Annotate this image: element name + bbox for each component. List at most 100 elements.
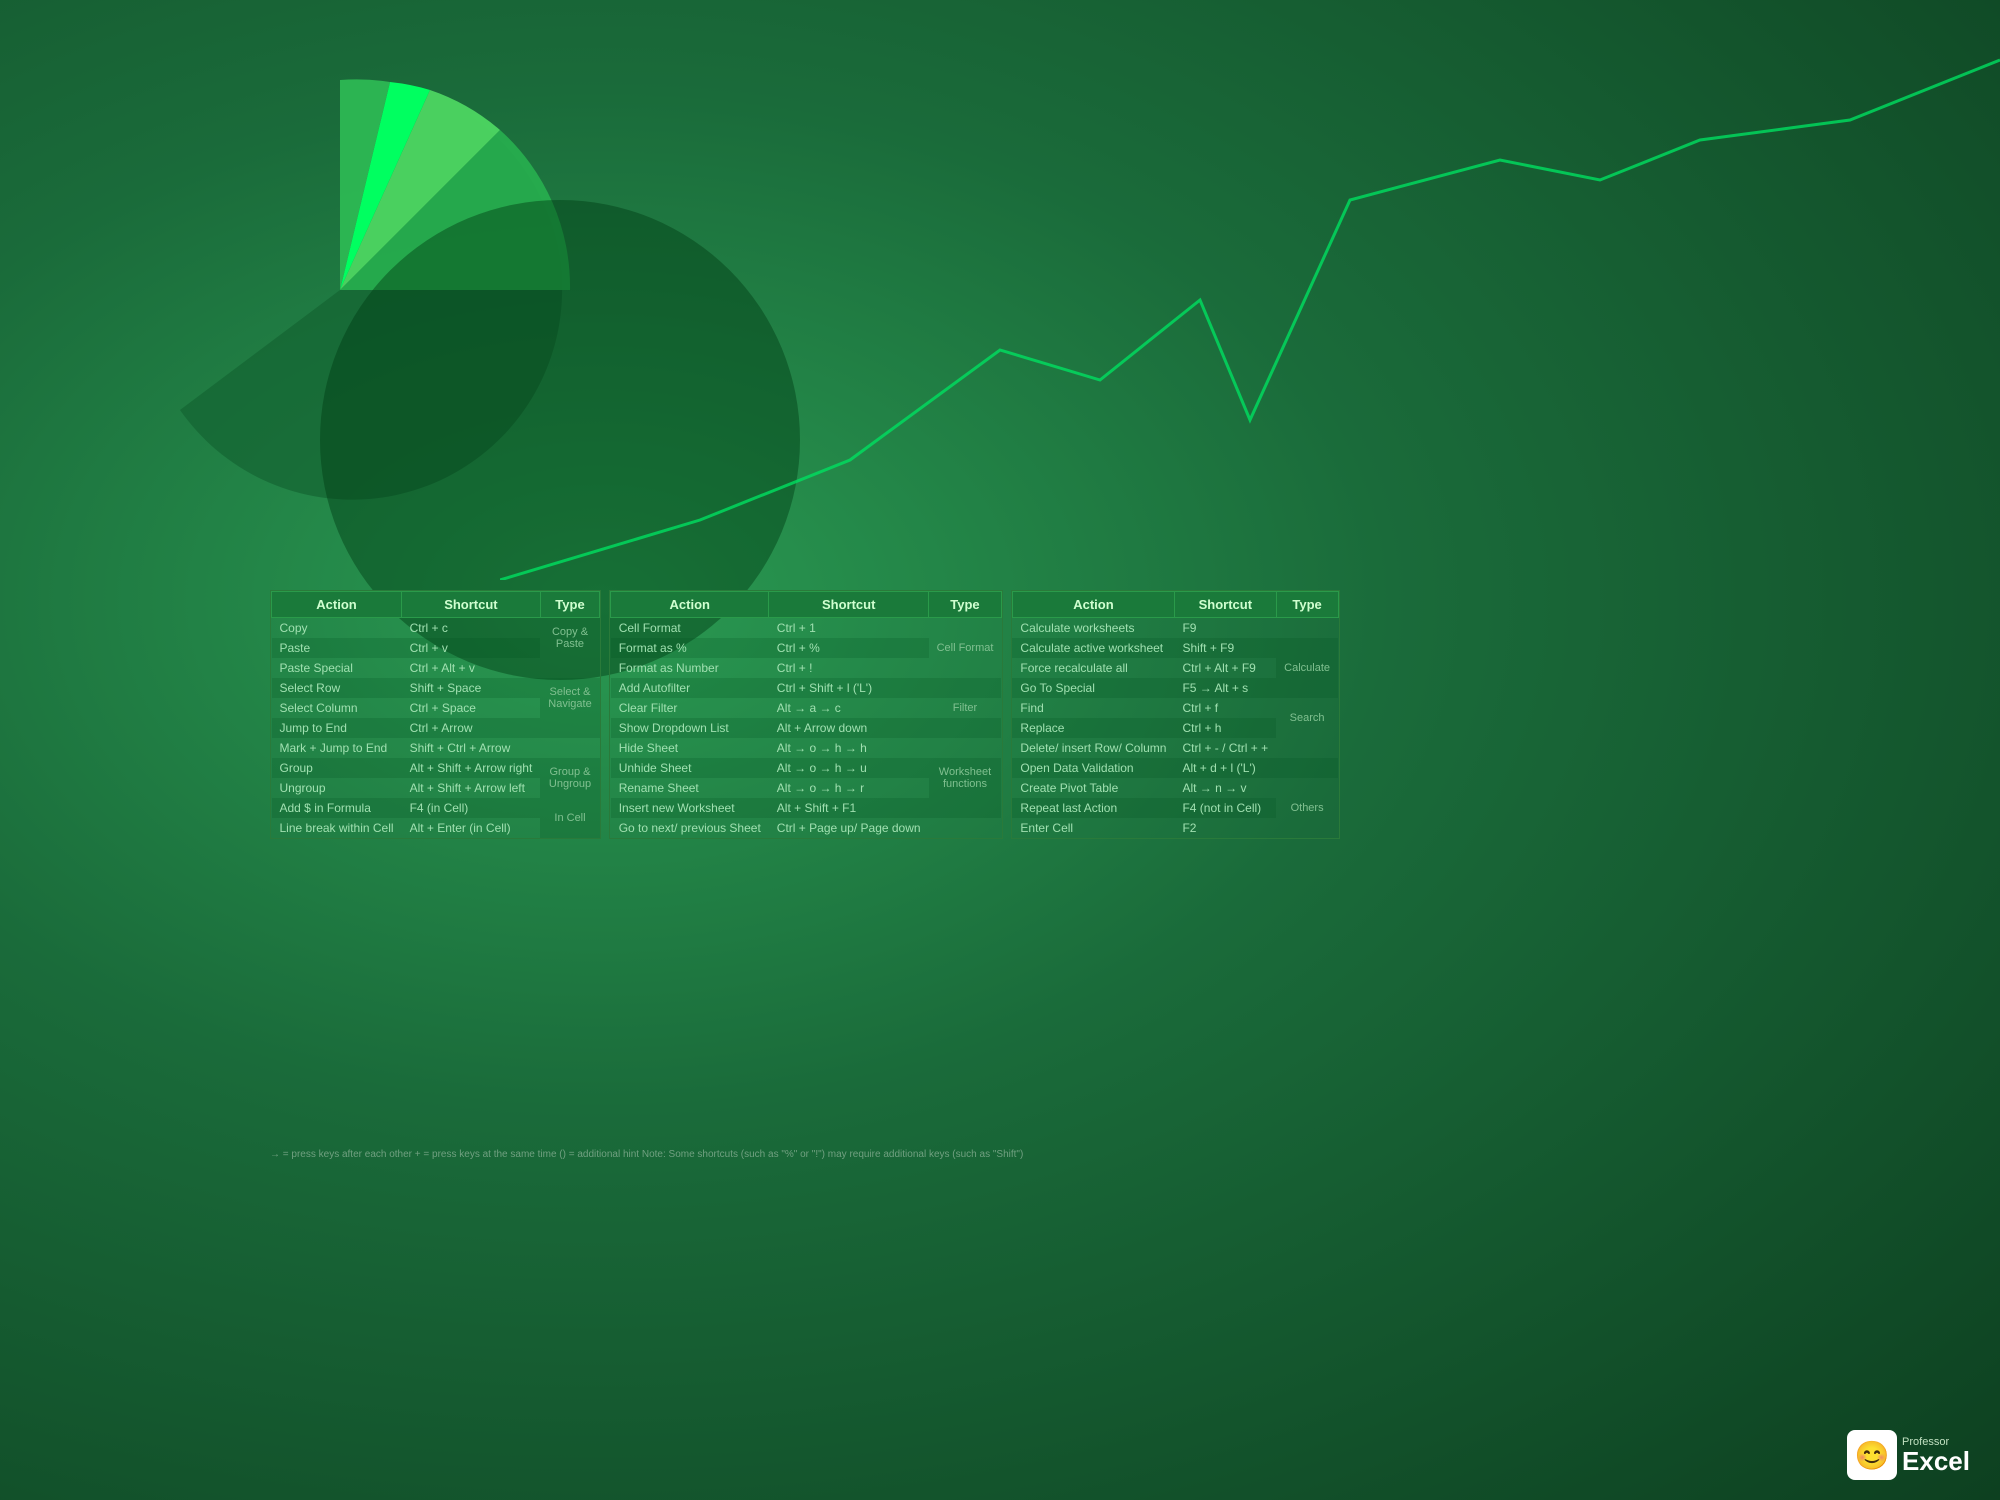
- footnote-text: → = press keys after each other + = pres…: [270, 1149, 1023, 1160]
- type-others: Others: [1276, 778, 1338, 838]
- shortcut-enter-cell: F2: [1174, 818, 1276, 838]
- shortcut-force-recalc: Ctrl + Alt + F9: [1174, 658, 1276, 678]
- action-rename-sheet: Rename Sheet: [611, 778, 769, 798]
- logo-icon: 😊: [1847, 1430, 1897, 1480]
- table3-header-type: Type: [1276, 592, 1338, 618]
- action-show-dropdown: Show Dropdown List: [611, 718, 769, 738]
- shortcut-paste: Ctrl + v: [402, 638, 541, 658]
- shortcut-format-percent: Ctrl + %: [769, 638, 929, 658]
- table-row: Go to next/ previous Sheet Ctrl + Page u…: [611, 818, 1002, 838]
- shortcut-ungroup: Alt + Shift + Arrow left: [402, 778, 541, 798]
- action-open-data-validation: Open Data Validation: [1012, 758, 1174, 778]
- action-copy: Copy: [272, 618, 402, 639]
- table-row: Copy Ctrl + c Copy &Paste: [272, 618, 600, 639]
- type-copy-paste: Copy &Paste: [540, 618, 599, 659]
- action-line-break: Line break within Cell: [272, 818, 402, 838]
- shortcut-create-pivot: Alt → n → v: [1174, 778, 1276, 798]
- action-clear-filter: Clear Filter: [611, 698, 769, 718]
- action-select-row: Select Row: [272, 678, 402, 698]
- action-mark-jump-end: Mark + Jump to End: [272, 738, 402, 758]
- action-insert-worksheet: Insert new Worksheet: [611, 798, 769, 818]
- action-enter-cell: Enter Cell: [1012, 818, 1174, 838]
- action-hide-sheet: Hide Sheet: [611, 738, 769, 758]
- shortcut-repeat-last: F4 (not in Cell): [1174, 798, 1276, 818]
- action-create-pivot: Create Pivot Table: [1012, 778, 1174, 798]
- table3-header-action: Action: [1012, 592, 1174, 618]
- type-calculate: Calculate: [1276, 638, 1338, 698]
- professor-excel-logo: 😊 Professor Excel: [1847, 1430, 1970, 1480]
- table-row: Add Autofilter Ctrl + Shift + l ('L'): [611, 678, 1002, 698]
- table-row: Unhide Sheet Alt → o → h → u Worksheetfu…: [611, 758, 1002, 778]
- shortcut-calc-active: Shift + F9: [1174, 638, 1276, 658]
- action-force-recalc: Force recalculate all: [1012, 658, 1174, 678]
- table1-header-shortcut: Shortcut: [402, 592, 541, 618]
- type-filter: Filter: [929, 698, 1002, 718]
- shortcut-replace: Ctrl + h: [1174, 718, 1276, 738]
- table1-header-type: Type: [540, 592, 599, 618]
- action-find: Find: [1012, 698, 1174, 718]
- action-calc-worksheets: Calculate worksheets: [1012, 618, 1174, 639]
- shortcut-find: Ctrl + f: [1174, 698, 1276, 718]
- shortcut-open-data-validation: Alt + d + l ('L'): [1174, 758, 1276, 778]
- shortcut-mark-jump-end: Shift + Ctrl + Arrow: [402, 738, 541, 758]
- action-goto-sheet: Go to next/ previous Sheet: [611, 818, 769, 838]
- action-group: Group: [272, 758, 402, 778]
- table-copy-paste: Action Shortcut Type Copy Ctrl + c Copy …: [270, 590, 601, 839]
- action-jump-to-end: Jump to End: [272, 718, 402, 738]
- shortcut-unhide-sheet: Alt → o → h → u: [769, 758, 929, 778]
- action-select-column: Select Column: [272, 698, 402, 718]
- action-ungroup: Ungroup: [272, 778, 402, 798]
- table-row: Calculate worksheets F9: [1012, 618, 1338, 639]
- action-calc-active: Calculate active worksheet: [1012, 638, 1174, 658]
- table-row: Delete/ insert Row/ Column Ctrl + - / Ct…: [1012, 738, 1338, 758]
- action-paste-special: Paste Special: [272, 658, 402, 678]
- shortcut-line-break: Alt + Enter (in Cell): [402, 818, 541, 838]
- table-row: Cell Format Ctrl + 1 Cell Format: [611, 618, 1002, 639]
- table-row: Clear Filter Alt → a → c Filter: [611, 698, 1002, 718]
- action-format-percent: Format as %: [611, 638, 769, 658]
- shortcuts-tables: Action Shortcut Type Copy Ctrl + c Copy …: [270, 590, 1990, 839]
- shortcut-group: Alt + Shift + Arrow right: [402, 758, 541, 778]
- shortcut-goto-sheet: Ctrl + Page up/ Page down: [769, 818, 929, 838]
- action-unhide-sheet: Unhide Sheet: [611, 758, 769, 778]
- shortcut-add-autofilter: Ctrl + Shift + l ('L'): [769, 678, 929, 698]
- shortcut-insert-worksheet: Alt + Shift + F1: [769, 798, 929, 818]
- type-search: Search: [1276, 698, 1338, 738]
- type-select-navigate: Select &Navigate: [540, 678, 599, 718]
- table-row: Insert new Worksheet Alt + Shift + F1: [611, 798, 1002, 818]
- table-row: Find Ctrl + f Search: [1012, 698, 1338, 718]
- table-row: Group Alt + Shift + Arrow right Group &U…: [272, 758, 600, 778]
- table2-header-shortcut: Shortcut: [769, 592, 929, 618]
- action-add-dollar: Add $ in Formula: [272, 798, 402, 818]
- action-format-number: Format as Number: [611, 658, 769, 678]
- shortcut-show-dropdown: Alt + Arrow down: [769, 718, 929, 738]
- action-cell-format: Cell Format: [611, 618, 769, 639]
- shortcut-format-number: Ctrl + !: [769, 658, 929, 678]
- table-row: Mark + Jump to End Shift + Ctrl + Arrow: [272, 738, 600, 758]
- table1-header-action: Action: [272, 592, 402, 618]
- shortcut-goto-special: F5 → Alt + s: [1174, 678, 1276, 698]
- table-row: Add $ in Formula F4 (in Cell) In Cell: [272, 798, 600, 818]
- table-row: Open Data Validation Alt + d + l ('L'): [1012, 758, 1338, 778]
- logo-excel-text: Excel: [1902, 1448, 1970, 1474]
- shortcut-copy: Ctrl + c: [402, 618, 541, 639]
- table-row: Create Pivot Table Alt → n → v Others: [1012, 778, 1338, 798]
- table-row: Hide Sheet Alt → o → h → h: [611, 738, 1002, 758]
- table-row: Show Dropdown List Alt + Arrow down: [611, 718, 1002, 738]
- shortcut-paste-special: Ctrl + Alt + v: [402, 658, 541, 678]
- shortcut-calc-worksheets: F9: [1174, 618, 1276, 639]
- action-delete-insert-row-col: Delete/ insert Row/ Column: [1012, 738, 1174, 758]
- footnote: → = press keys after each other + = pres…: [270, 1149, 1990, 1160]
- shortcut-rename-sheet: Alt → o → h → r: [769, 778, 929, 798]
- shortcut-clear-filter: Alt → a → c: [769, 698, 929, 718]
- shortcut-hide-sheet: Alt → o → h → h: [769, 738, 929, 758]
- line-chart: [500, 0, 2000, 580]
- action-goto-special: Go To Special: [1012, 678, 1174, 698]
- shortcut-add-dollar: F4 (in Cell): [402, 798, 541, 818]
- table2-header-action: Action: [611, 592, 769, 618]
- table-row: Jump to End Ctrl + Arrow: [272, 718, 600, 738]
- table-row: Select Row Shift + Space Select &Navigat…: [272, 678, 600, 698]
- action-paste: Paste: [272, 638, 402, 658]
- shortcut-jump-to-end: Ctrl + Arrow: [402, 718, 541, 738]
- action-repeat-last: Repeat last Action: [1012, 798, 1174, 818]
